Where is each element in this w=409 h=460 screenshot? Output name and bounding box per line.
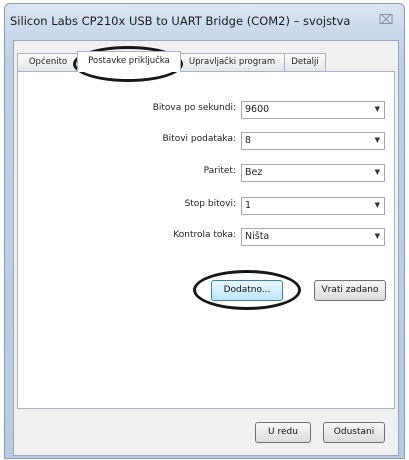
properties-window: Silicon Labs CP210x USB to UART Bridge (… (4, 3, 405, 459)
data-bits-select[interactable]: 8 ▼ (241, 132, 385, 150)
parity-label: Paritet: (203, 166, 236, 176)
bits-per-second-select[interactable]: 9600 ▼ (241, 101, 385, 119)
title-bar[interactable]: Silicon Labs CP210x USB to UART Bridge (… (5, 4, 404, 40)
chevron-down-icon: ▼ (374, 232, 380, 240)
chevron-down-icon: ▼ (374, 136, 380, 144)
tab-port-settings[interactable]: Postavke priključka (77, 51, 181, 72)
bits-per-second-label: Bitova po sekundi: (152, 103, 236, 113)
tab-general[interactable]: Općenito (17, 53, 79, 71)
parity-select[interactable]: Bez ▼ (241, 164, 385, 182)
parity-value: Bez (245, 167, 263, 178)
stop-bits-select[interactable]: 1 ▼ (241, 197, 385, 215)
stop-bits-value: 1 (245, 200, 252, 211)
stop-bits-label: Stop bitovi: (184, 199, 236, 209)
cancel-button[interactable]: Odustani (323, 422, 385, 443)
advanced-button[interactable]: Dodatno... (211, 280, 283, 301)
bits-per-second-value: 9600 (245, 104, 270, 115)
tab-details[interactable]: Detalji (284, 53, 326, 71)
close-button[interactable]: ⌧ (376, 13, 396, 29)
data-bits-label: Bitovi podataka: (162, 134, 237, 144)
window-title: Silicon Labs CP210x USB to UART Bridge (… (10, 14, 351, 28)
flow-control-value: Ništa (245, 231, 270, 242)
dialog-client-area: Općenito Postavke priključka Upravljački… (13, 40, 399, 456)
data-bits-value: 8 (245, 135, 252, 146)
flow-control-select[interactable]: Ništa ▼ (241, 228, 385, 246)
flow-control-label: Kontrola toka: (173, 230, 236, 240)
chevron-down-icon: ▼ (374, 105, 380, 113)
port-settings-panel: Bitova po sekundi: 9600 ▼ Bitovi podatak… (17, 71, 395, 409)
close-icon: ⌧ (378, 13, 394, 28)
tab-driver[interactable]: Upravljački program (179, 53, 285, 71)
chevron-down-icon: ▼ (374, 201, 380, 209)
ok-button[interactable]: U redu (255, 422, 311, 443)
chevron-down-icon: ▼ (374, 168, 380, 176)
restore-defaults-button[interactable]: Vrati zadano (314, 280, 386, 301)
